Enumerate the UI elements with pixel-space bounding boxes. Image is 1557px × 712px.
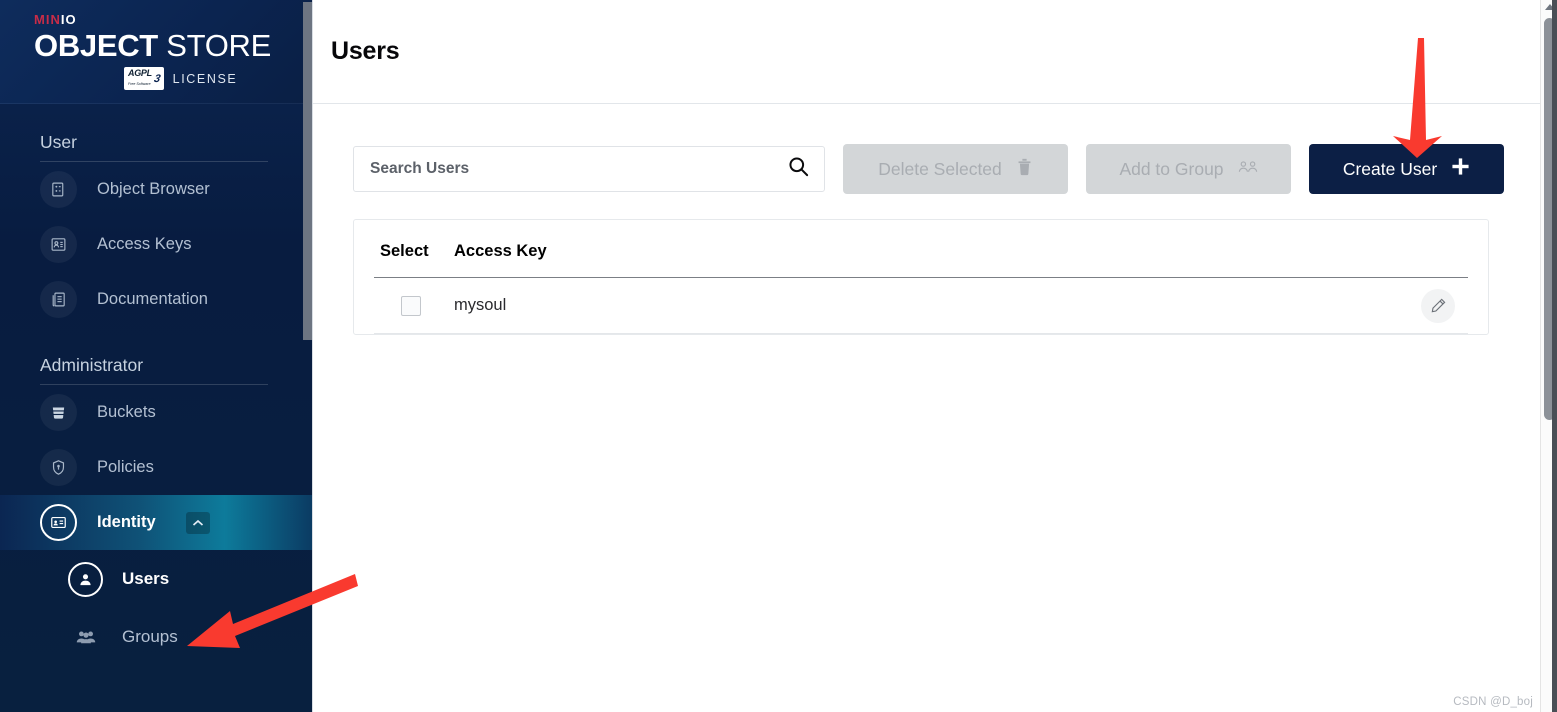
column-header-access-key: Access Key	[454, 242, 547, 260]
sidebar-item-label: Users	[122, 569, 170, 588]
sidebar-item-label: Groups	[122, 627, 178, 646]
sidebar-item-label: Identity	[97, 513, 156, 531]
add-to-group-button[interactable]: Add to Group	[1086, 144, 1291, 194]
minio-wordmark-io: IO	[60, 12, 77, 27]
sidebar-item-label: Policies	[97, 458, 154, 476]
sidebar-section-user: User	[40, 132, 77, 152]
delete-selected-label: Delete Selected	[878, 158, 1002, 179]
search-users-field[interactable]	[353, 146, 825, 192]
access-keys-icon	[40, 226, 77, 263]
edit-pencil-icon[interactable]	[1421, 288, 1455, 323]
user-person-icon	[68, 561, 103, 597]
cell-access-key: mysoul	[454, 296, 507, 314]
groups-people-icon	[68, 620, 103, 655]
users-table: Select Access Key mysoul	[353, 219, 1489, 335]
sidebar-item-policies[interactable]: Policies	[0, 440, 312, 495]
agpl-subtext: Free Software	[128, 82, 151, 86]
sidebar-item-label: Object Browser	[97, 180, 210, 198]
search-input[interactable]	[370, 160, 787, 178]
row-actions	[1408, 288, 1468, 323]
add-to-group-label: Add to Group	[1119, 158, 1224, 179]
documentation-icon	[40, 281, 77, 318]
content-area: Delete Selected Add to Group	[313, 104, 1557, 335]
sidebar: MINIO OBJECT STORE AGPL Free Software 3 …	[0, 0, 312, 712]
trash-icon	[1016, 157, 1033, 181]
row-select-cell	[380, 295, 454, 316]
chevron-up-icon[interactable]	[185, 511, 210, 534]
brand-logo: MINIO OBJECT STORE AGPL Free Software 3 …	[0, 0, 312, 104]
column-header-select: Select	[380, 242, 429, 260]
sidebar-nav: User Object Browser Access Keys Document…	[0, 104, 312, 712]
sidebar-item-label: Documentation	[97, 290, 208, 308]
store-word: STORE	[166, 28, 272, 63]
table-row[interactable]: mysoul	[374, 278, 1468, 334]
sidebar-item-buckets[interactable]: Buckets	[0, 385, 312, 440]
sidebar-item-users[interactable]: Users	[0, 550, 312, 608]
minio-wordmark-min: MIN	[34, 12, 61, 27]
table-header-row: Select Access Key	[374, 242, 1468, 278]
search-icon[interactable]	[787, 155, 810, 183]
sidebar-item-documentation[interactable]: Documentation	[0, 272, 312, 327]
object-store-title: OBJECT STORE	[34, 28, 292, 64]
object-word: OBJECT	[34, 28, 158, 63]
watermark: CSDN @D_boj	[1453, 696, 1533, 708]
page-title: Users	[331, 37, 400, 65]
app-root: MINIO OBJECT STORE AGPL Free Software 3 …	[0, 0, 1557, 712]
toolbar: Delete Selected Add to Group	[353, 144, 1517, 194]
sidebar-section-administrator: Administrator	[40, 355, 144, 375]
delete-selected-button[interactable]: Delete Selected	[843, 144, 1068, 194]
create-user-label: Create User	[1342, 158, 1438, 179]
row-checkbox[interactable]	[401, 295, 421, 316]
sidebar-item-label: Buckets	[97, 403, 156, 421]
buckets-icon	[40, 394, 77, 431]
plus-icon	[1451, 157, 1470, 181]
window-edge	[1552, 0, 1557, 712]
policies-shield-icon	[40, 449, 77, 486]
license-row: AGPL Free Software 3 LICENSE	[34, 67, 292, 90]
identity-card-icon	[40, 504, 77, 541]
minio-wordmark: MINIO	[34, 12, 292, 27]
object-browser-icon	[40, 171, 77, 208]
sidebar-item-access-keys[interactable]: Access Keys	[0, 217, 312, 272]
agpl-text: AGPL	[128, 68, 152, 78]
sidebar-scrollbar[interactable]	[302, 0, 312, 712]
main-content: Users Delete Selected	[312, 0, 1557, 712]
sidebar-item-object-browser[interactable]: Object Browser	[0, 162, 312, 217]
agpl-badge-icon: AGPL Free Software 3	[124, 67, 164, 90]
create-user-button[interactable]: Create User	[1309, 144, 1504, 194]
sidebar-item-groups[interactable]: Groups	[0, 608, 312, 666]
group-icon	[1238, 159, 1258, 180]
sidebar-item-label: Access Keys	[97, 235, 192, 253]
sidebar-item-identity[interactable]: Identity	[0, 495, 312, 550]
sidebar-scrollbar-thumb[interactable]	[303, 2, 312, 340]
agpl-version: 3	[152, 72, 162, 85]
license-label: LICENSE	[172, 71, 238, 86]
page-header: Users	[313, 0, 1557, 104]
